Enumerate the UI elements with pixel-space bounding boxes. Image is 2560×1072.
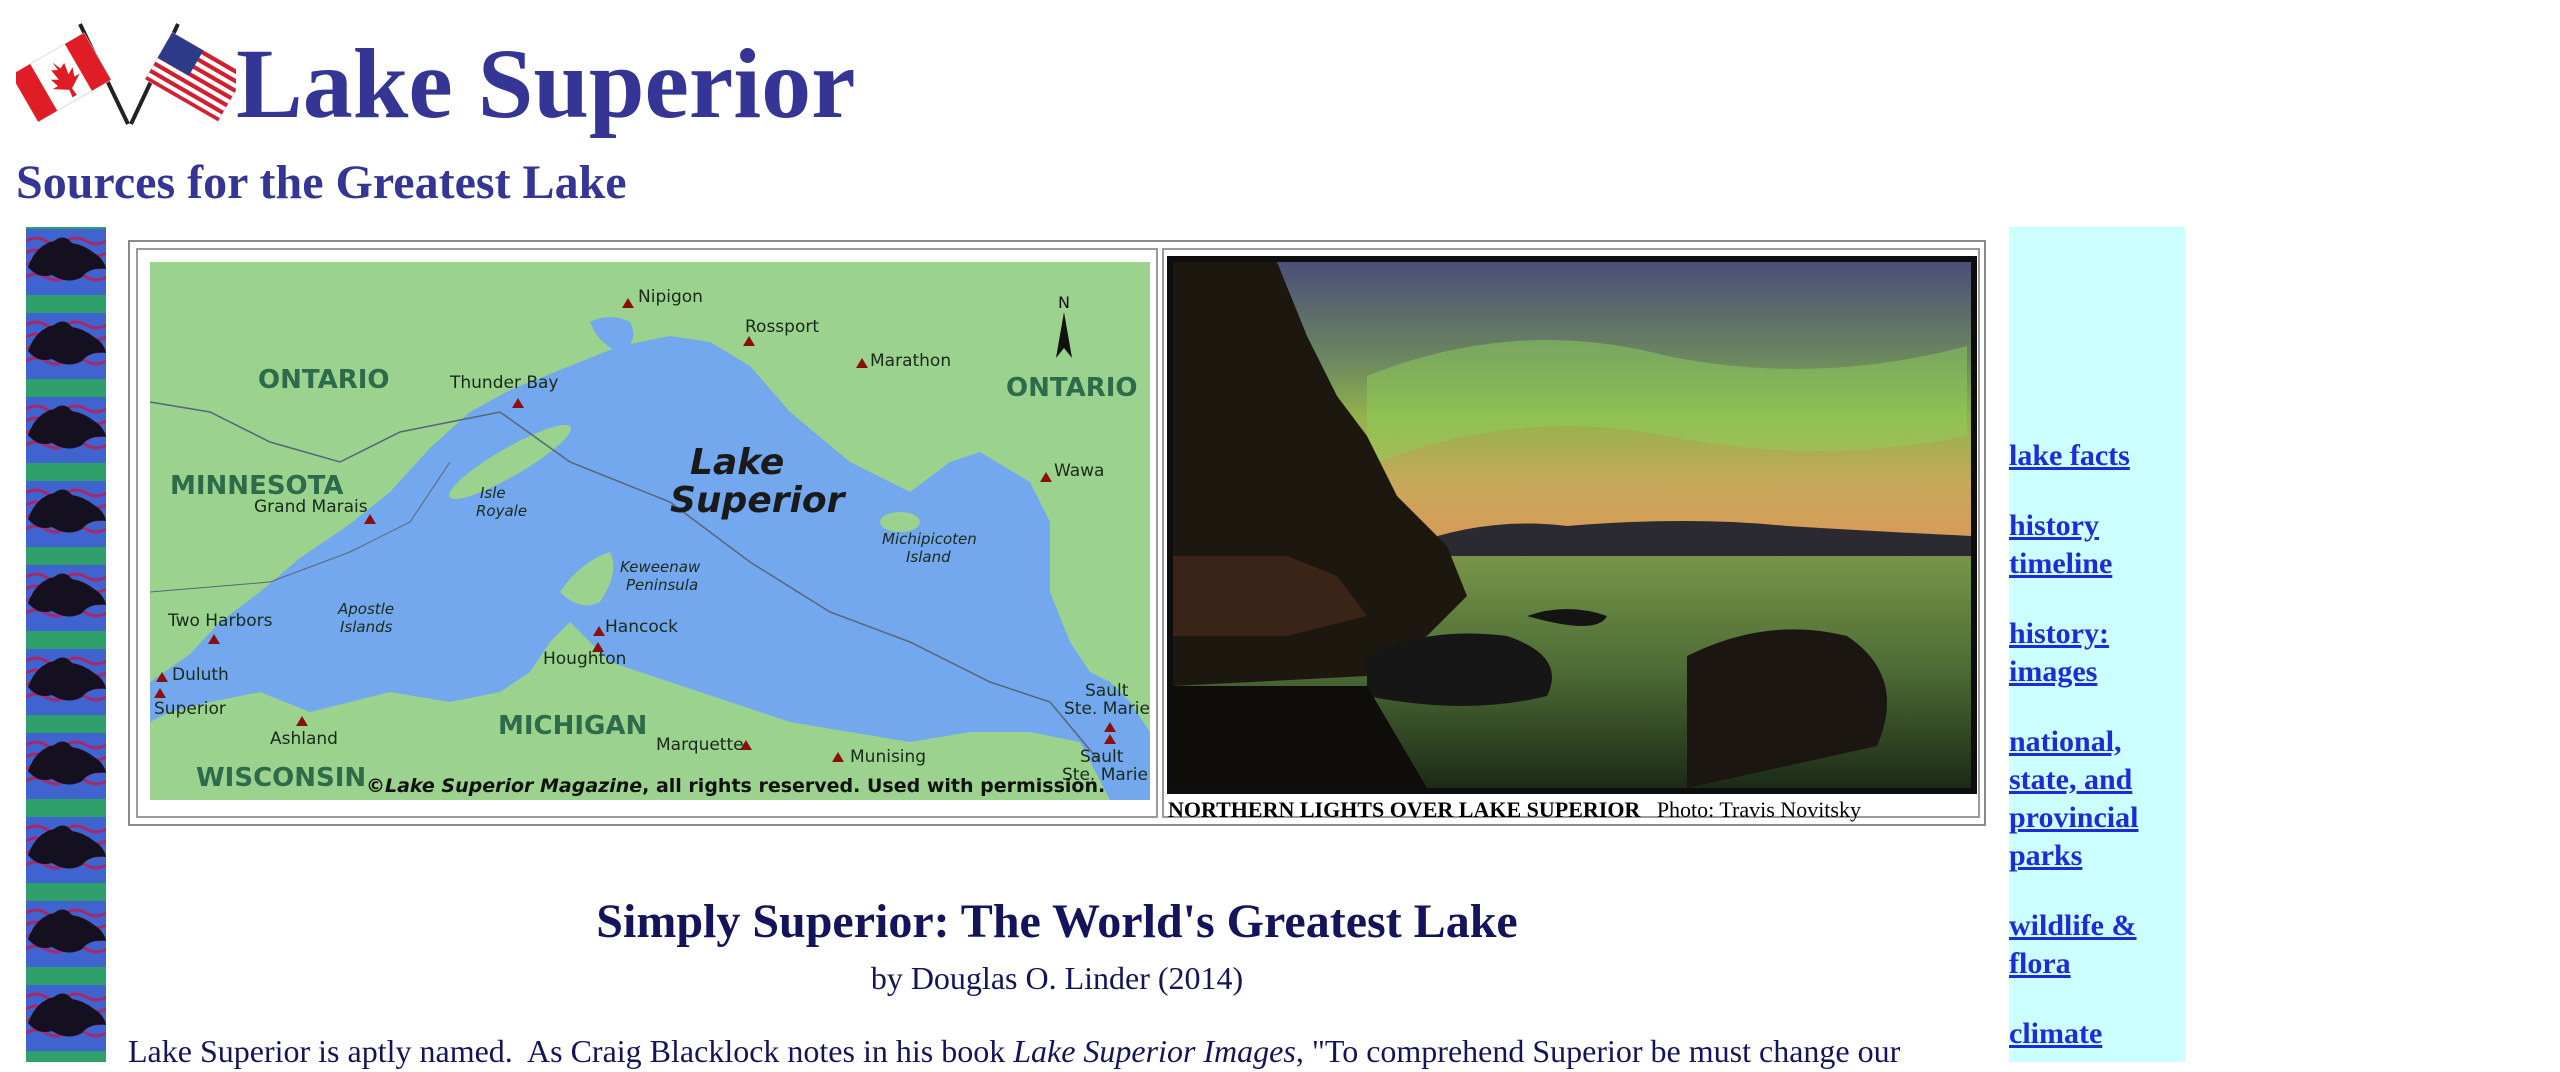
svg-text:Marquette: Marquette — [656, 735, 744, 755]
svg-text:Keweenaw: Keweenaw — [620, 558, 701, 576]
side-nav: lake facts history timeline history: ima… — [2009, 227, 2185, 1062]
svg-text:Rossport: Rossport — [745, 317, 819, 337]
article-intro-end: , "To comprehend Superior be must change… — [1295, 1033, 1901, 1069]
caption-title: NORTHERN LIGHTS OVER LAKE SUPERIOR — [1168, 797, 1641, 822]
crossed-flags-icon — [16, 23, 236, 125]
svg-text:Ashland: Ashland — [270, 729, 338, 749]
svg-text:Superior: Superior — [670, 480, 847, 521]
svg-text:Lake: Lake — [690, 442, 784, 483]
photo-caption: NORTHERN LIGHTS OVER LAKE SUPERIOR Photo… — [1168, 797, 1861, 823]
svg-text:Sault: Sault — [1085, 681, 1129, 701]
svg-text:Isle: Isle — [480, 484, 506, 502]
nav-link-parks[interactable]: national, state, and provincial parks — [2009, 723, 2185, 875]
svg-text:MINNESOTA: MINNESOTA — [170, 471, 344, 501]
svg-text:Marathon: Marathon — [870, 351, 951, 371]
article-intro: Lake Superior is aptly named. As Craig B… — [128, 1030, 1986, 1072]
nav-link-lake-facts[interactable]: lake facts — [2009, 437, 2185, 475]
book-title: Lake Superior Images — [1013, 1033, 1296, 1069]
svg-text:Apostle: Apostle — [337, 600, 394, 618]
svg-text:Houghton: Houghton — [543, 649, 626, 669]
article-intro-start: Lake Superior is aptly named. As Craig B… — [128, 1033, 1014, 1069]
svg-text:Munising: Munising — [850, 747, 926, 767]
svg-text:Islands: Islands — [340, 618, 393, 636]
caption-credit: Photo: Travis Novitsky — [1656, 797, 1861, 822]
nav-link-history-images[interactable]: history: images — [2009, 615, 2185, 691]
svg-text:Ste. Marie: Ste. Marie — [1064, 699, 1150, 719]
svg-text:WISCONSIN: WISCONSIN — [196, 763, 366, 793]
photo-cell: NORTHERN LIGHTS OVER LAKE SUPERIOR Photo… — [1162, 248, 1980, 822]
article-byline: by Douglas O. Linder (2014) — [870, 960, 1244, 996]
svg-text:Peninsula: Peninsula — [626, 576, 698, 594]
lake-superior-map: N Nipigon Rossport Marathon Thunder Bay … — [150, 262, 1150, 800]
svg-text:Superior: Superior — [154, 699, 226, 719]
svg-text:Duluth: Duluth — [172, 665, 229, 685]
svg-text:N: N — [1058, 293, 1070, 312]
nav-link-climate[interactable]: climate — [2009, 1015, 2185, 1053]
usa-flag-icon — [129, 23, 236, 125]
map-cell: N Nipigon Rossport Marathon Thunder Bay … — [136, 248, 1158, 818]
svg-text:Royale: Royale — [476, 502, 527, 520]
photo-table: N Nipigon Rossport Marathon Thunder Bay … — [128, 240, 1986, 826]
nav-link-history-timeline[interactable]: history timeline — [2009, 507, 2185, 583]
svg-text:ONTARIO: ONTARIO — [1006, 373, 1138, 403]
svg-text:©Lake Superior Magazine, all r: ©Lake Superior Magazine, all rights rese… — [366, 775, 1105, 797]
svg-text:Michipicoten: Michipicoten — [882, 530, 977, 548]
site-title: Lake Superior — [236, 28, 856, 139]
canada-flag-icon — [16, 23, 130, 125]
lake-superior-tile-icon — [26, 227, 106, 1062]
svg-text:Island: Island — [906, 548, 951, 566]
svg-text:MICHIGAN: MICHIGAN — [498, 711, 647, 741]
article-title: Simply Superior: The World's Greatest La… — [596, 895, 1518, 948]
svg-text:Hancock: Hancock — [605, 617, 678, 637]
decorative-lake-strip — [26, 227, 106, 1062]
svg-text:Wawa: Wawa — [1054, 461, 1104, 481]
svg-text:Two Harbors: Two Harbors — [167, 611, 273, 631]
svg-text:Sault: Sault — [1080, 747, 1124, 767]
northern-lights-photo — [1167, 256, 1977, 794]
svg-text:Thunder Bay: Thunder Bay — [449, 373, 559, 393]
svg-text:Nipigon: Nipigon — [638, 287, 703, 307]
site-subtitle: Sources for the Greatest Lake — [16, 156, 627, 209]
svg-text:ONTARIO: ONTARIO — [258, 365, 390, 395]
nav-link-wildlife-flora[interactable]: wildlife & flora — [2009, 907, 2185, 983]
